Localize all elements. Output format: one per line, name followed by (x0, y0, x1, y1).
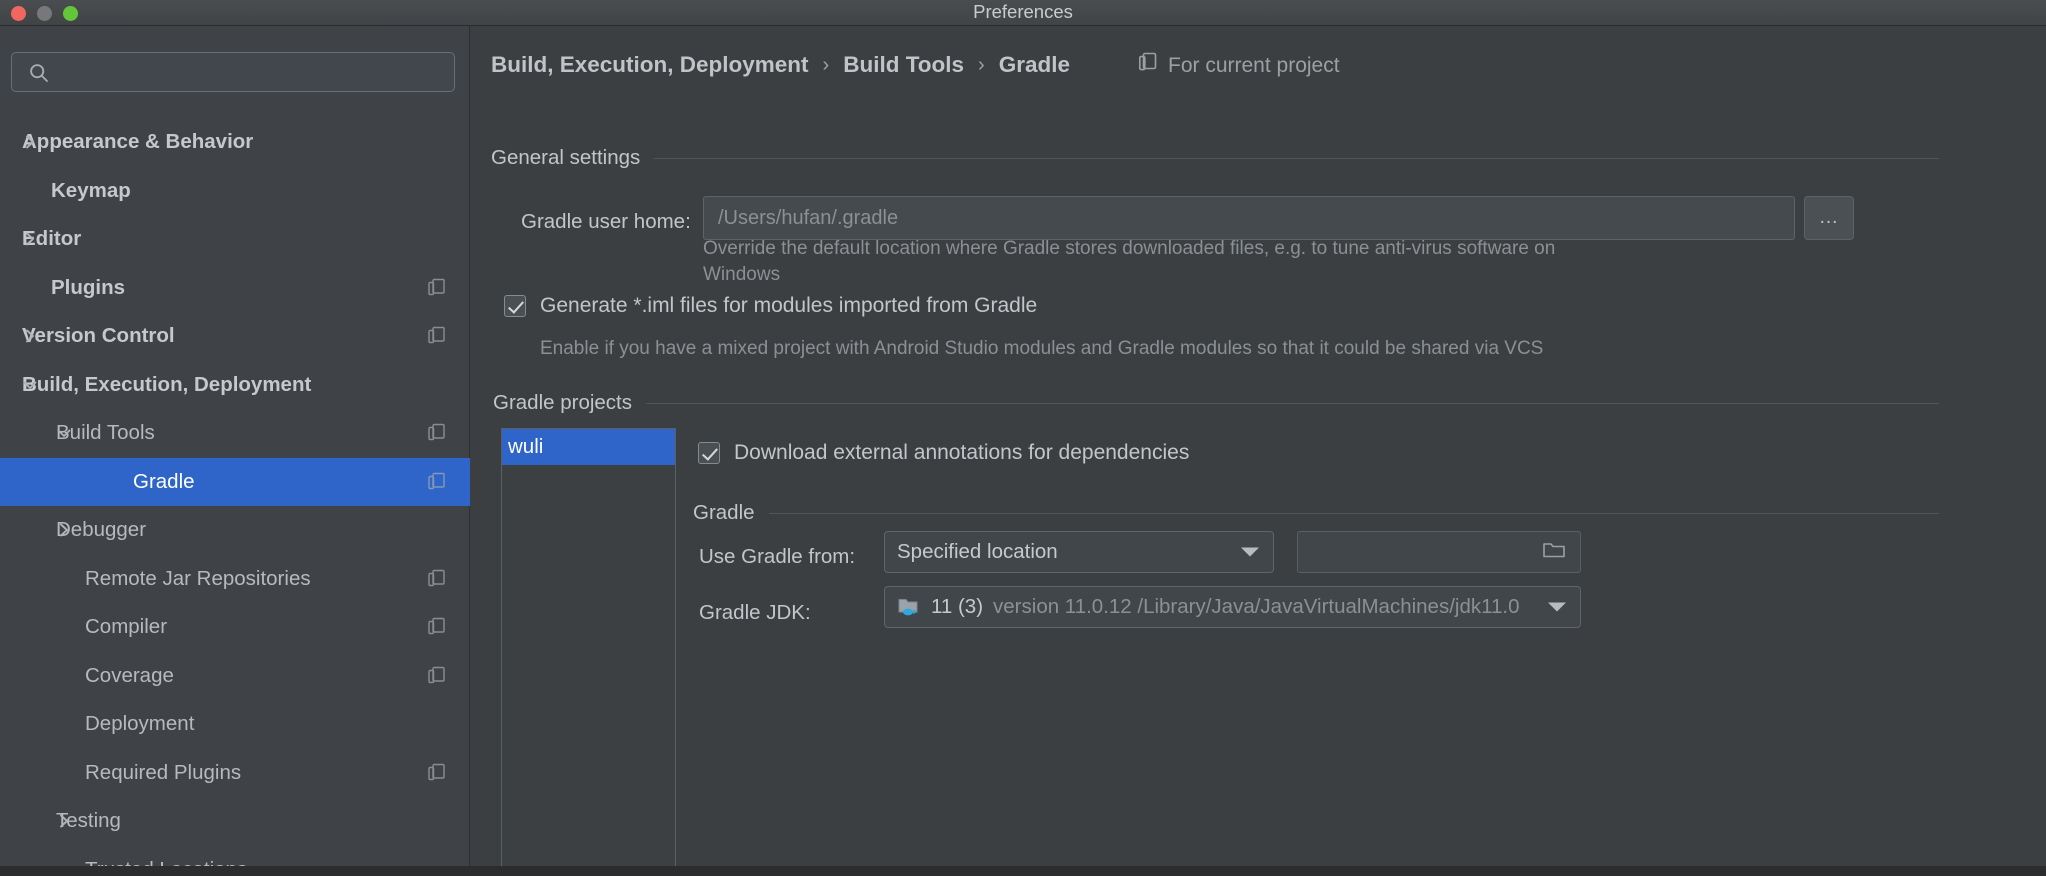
list-item[interactable]: wuli (502, 429, 675, 465)
general-settings-title: General settings (491, 146, 641, 169)
sidebar-item-label: Compiler (85, 615, 168, 639)
chevron-right-icon[interactable] (22, 231, 38, 247)
gradle-subgroup-header: Gradle (693, 501, 1939, 525)
sidebar-item-label: Plugins (51, 275, 126, 299)
generate-iml-label: Generate *.iml files for modules importe… (540, 294, 1038, 317)
group-divider-3 (768, 512, 1939, 514)
chevron-right-icon[interactable] (56, 813, 72, 829)
search-input[interactable] (58, 53, 448, 91)
jdk-folder-icon (897, 596, 921, 618)
sidebar-item-compiler[interactable]: Compiler (0, 603, 470, 652)
for-current-project-note: For current project (1138, 52, 1340, 79)
copy-icon (1138, 52, 1158, 79)
gradle-user-home-label: Gradle user home: (521, 210, 691, 233)
gradle-user-home-placeholder: /Users/hufan/.gradle (718, 206, 899, 229)
sidebar-item-remote-jar-repositories[interactable]: Remote Jar Repositories (0, 555, 470, 604)
gradle-projects-list[interactable]: wuli (501, 428, 676, 876)
gradle-user-home-browse-button[interactable]: ... (1804, 196, 1854, 240)
preferences-window: Preferences Appearance & Behavior Keymap E… (0, 0, 2046, 876)
for-current-project-label: For current project (1168, 53, 1340, 77)
settings-sidebar: Appearance & Behavior Keymap Editor Plugins… (0, 26, 470, 876)
download-annotations-checkbox[interactable] (698, 442, 720, 464)
sidebar-item-label: Remote Jar Repositories (85, 566, 311, 590)
settings-tree: Appearance & Behavior Keymap Editor Plugins… (0, 118, 470, 876)
sidebar-item-appearance-behavior[interactable]: Appearance & Behavior (0, 118, 470, 167)
download-annotations-checkbox-row[interactable]: Download external annotations for depend… (698, 441, 1189, 465)
breadcrumb-item[interactable]: Gradle (999, 52, 1070, 78)
sidebar-item-coverage[interactable]: Coverage (0, 652, 470, 701)
sidebar-item-label: Keymap (51, 178, 131, 202)
gradle-jdk-label: Gradle JDK: (699, 601, 811, 624)
gradle-user-home-input[interactable]: /Users/hufan/.gradle (703, 196, 1795, 240)
sidebar-item-label: Gradle (133, 469, 195, 493)
sidebar-item-required-plugins[interactable]: Required Plugins (0, 749, 470, 798)
generate-iml-hint: Enable if you have a mixed project with … (540, 338, 1544, 359)
gradle-projects-group-header: Gradle projects (493, 391, 1939, 415)
gradle-subgroup-title: Gradle (693, 501, 755, 524)
sidebar-item-debugger[interactable]: Debugger (0, 506, 470, 555)
settings-content-pane: Build, Execution, Deployment › Build Tools… (471, 26, 2046, 876)
copy-icon (428, 618, 445, 637)
chevron-down-icon (1241, 547, 1259, 557)
copy-icon (428, 472, 445, 491)
window-bottom-strip (0, 866, 2046, 876)
sidebar-item-build-tools[interactable]: Build Tools (0, 409, 470, 458)
search-box[interactable] (11, 52, 455, 92)
sidebar-item-label: Required Plugins (85, 760, 242, 784)
sidebar-item-label: Deployment (85, 712, 195, 736)
gradle-jdk-detail: version 11.0.12 /Library/Java/JavaVirtua… (993, 595, 1520, 618)
chevron-down-icon[interactable] (56, 425, 72, 441)
copy-icon (428, 278, 445, 297)
sidebar-item-gradle[interactable]: Gradle (0, 457, 470, 506)
chevron-right-icon[interactable] (56, 522, 72, 538)
sidebar-item-keymap[interactable]: Keymap (0, 167, 470, 216)
chevron-right-icon[interactable] (22, 134, 38, 150)
breadcrumb: Build, Execution, Deployment › Build Tools… (491, 48, 1070, 82)
breadcrumb-item[interactable]: Build, Execution, Deployment (491, 52, 809, 78)
folder-icon[interactable] (1542, 540, 1566, 565)
sidebar-item-label: Build, Execution, Deployment (22, 372, 312, 396)
sidebar-item-build-execution-deployment[interactable]: Build, Execution, Deployment (0, 361, 470, 410)
search-icon (29, 63, 49, 83)
sidebar-item-version-control[interactable]: Version Control (0, 312, 470, 361)
gradle-location-path-field[interactable] (1297, 531, 1581, 573)
use-gradle-from-dropdown[interactable]: Specified location (884, 531, 1274, 573)
sidebar-item-deployment[interactable]: Deployment (0, 700, 470, 749)
sidebar-item-plugins[interactable]: Plugins (0, 264, 470, 313)
sidebar-item-testing[interactable]: Testing (0, 797, 470, 846)
chevron-down-icon-2 (1548, 602, 1566, 612)
sidebar-item-label: Coverage (85, 663, 174, 687)
breadcrumb-item[interactable]: Build Tools (843, 52, 964, 78)
sidebar-item-label: Version Control (22, 324, 175, 348)
breadcrumb-separator: › (822, 53, 830, 76)
chevron-down-icon[interactable] (22, 377, 38, 393)
general-settings-group-header: General settings (491, 146, 1939, 170)
gradle-user-home-hint: Override the default location where Grad… (703, 238, 1556, 285)
use-gradle-from-value: Specified location (897, 540, 1058, 563)
use-gradle-from-label: Use Gradle from: (699, 545, 856, 568)
window-titlebar: Preferences (0, 0, 2046, 26)
copy-icon (428, 666, 445, 685)
copy-icon (428, 763, 445, 782)
gradle-projects-title: Gradle projects (493, 391, 633, 414)
breadcrumb-separator: › (978, 53, 985, 76)
gradle-jdk-dropdown[interactable]: 11 (3) version 11.0.12 /Library/Java/Jav… (884, 586, 1581, 628)
copy-icon (428, 569, 445, 588)
sidebar-item-editor[interactable]: Editor (0, 215, 470, 264)
copy-icon (428, 424, 445, 443)
search-field-wrapper (11, 52, 455, 92)
window-title: Preferences (973, 1, 1073, 22)
group-divider (654, 157, 1939, 159)
chevron-right-icon[interactable] (22, 328, 38, 344)
generate-iml-checkbox[interactable] (504, 295, 526, 317)
generate-iml-checkbox-row[interactable]: Generate *.iml files for modules importe… (504, 294, 1037, 318)
download-annotations-label: Download external annotations for depend… (734, 441, 1190, 464)
gradle-jdk-value: 11 (3) (931, 595, 984, 618)
sidebar-item-label: Appearance & Behavior (22, 130, 254, 154)
copy-icon (428, 327, 445, 346)
group-divider-2 (646, 402, 1939, 404)
